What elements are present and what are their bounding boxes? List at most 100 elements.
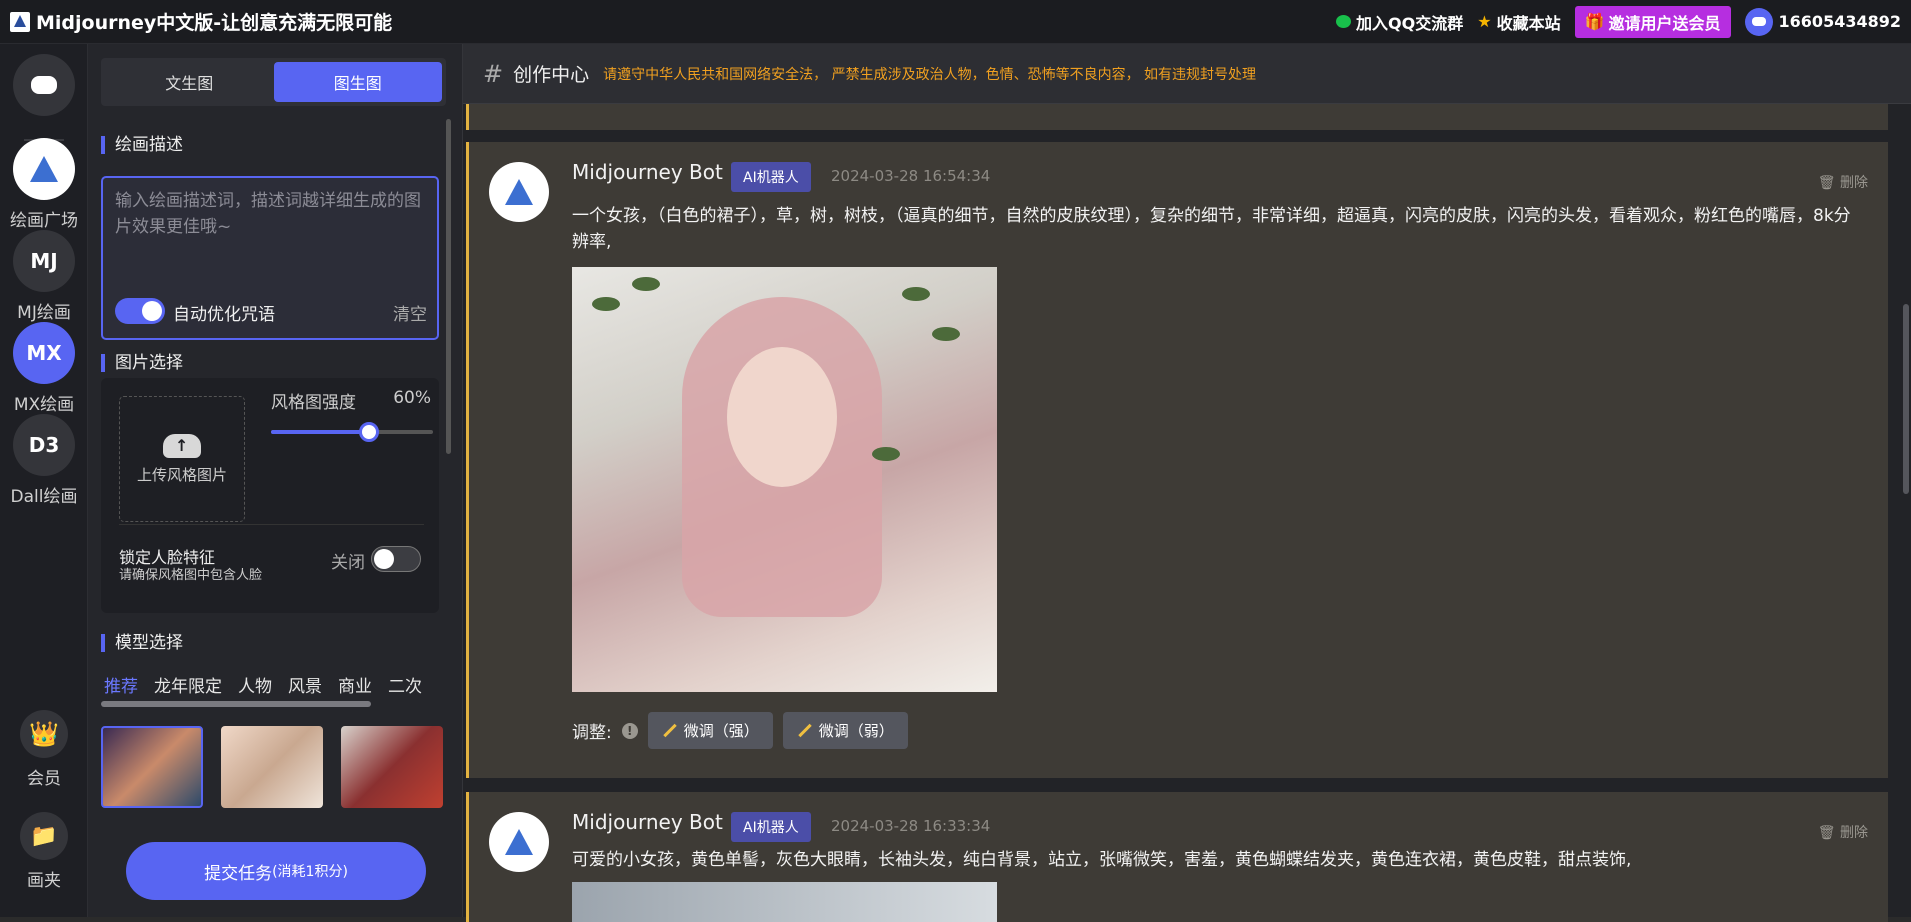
upload-style-image[interactable]: 上传风格图片	[119, 396, 245, 522]
lock-face-hint: 请确保风格图中包含人脸	[119, 568, 263, 583]
prompt-placeholder: 输入绘画描述词，描述词越详细生成的图片效果更佳哦~	[115, 191, 421, 237]
model-tab-recommend[interactable]: 推荐	[104, 672, 138, 697]
nav-item-folder[interactable]: 📁 画夹	[0, 812, 88, 891]
clear-button[interactable]: 清空	[393, 300, 427, 325]
panel-scrollbar[interactable]	[446, 119, 451, 454]
style-strength-label: 风格图强度	[271, 393, 356, 413]
tab-text-to-image[interactable]: 文生图	[105, 62, 274, 102]
image-section-title: 图片选择	[101, 354, 183, 372]
model-tabs: 推荐 龙年限定 人物 风景 商业 二次	[104, 672, 439, 697]
nav-label-mj: MJ绘画	[17, 303, 71, 323]
prompt-input[interactable]: 输入绘画描述词，描述词越详细生成的图片效果更佳哦~ 自动优化咒语 清空	[101, 176, 439, 340]
user-account[interactable]: 16605434892	[1744, 7, 1901, 36]
delete-button[interactable]: 🗑 删除	[1818, 822, 1868, 842]
folder-icon: 📁	[20, 812, 68, 860]
nav-label-vip: 会员	[27, 769, 61, 789]
nav-item-gallery[interactable]: 绘画广场	[0, 138, 88, 231]
style-strength-value: 60%	[393, 388, 431, 408]
nav-label-mx: MX绘画	[13, 395, 75, 415]
generated-image[interactable]	[572, 882, 997, 922]
divider	[119, 524, 424, 525]
auto-optimize-label: 自动优化咒语	[173, 305, 275, 325]
model-tab-anime[interactable]: 二次	[388, 672, 422, 697]
crown-icon: 👑	[20, 710, 68, 758]
qq-group-link[interactable]: 加入QQ交流群	[1336, 10, 1463, 34]
style-strength-slider[interactable]	[271, 422, 433, 442]
mx-icon: MX	[13, 322, 75, 384]
app-title: Midjourney中文版-让创意充满无限可能	[36, 12, 393, 34]
message-card: Midjourney Bot AI机器人 2024-03-28 16:54:34…	[466, 142, 1888, 778]
favorite-label: 收藏本站	[1496, 13, 1561, 33]
compliance-notice: 请遵守中华人民共和国网络安全法， 严禁生成涉及政治人物，色情、恐怖等不良内容， …	[603, 66, 1257, 83]
tab-image-to-image[interactable]: 图生图	[273, 62, 442, 102]
nav-item-mx[interactable]: MX MX绘画	[0, 322, 88, 415]
message-time: 2024-03-28 16:33:34	[831, 817, 991, 835]
model-thumb[interactable]	[101, 726, 203, 808]
nav-item-dall[interactable]: D3 Dall绘画	[0, 414, 88, 507]
adjust-row: 调整: ! 微调（强） 微调（弱）	[572, 712, 908, 749]
model-thumb[interactable]	[341, 726, 443, 808]
model-tab-business[interactable]: 商业	[338, 672, 372, 697]
submit-cost: (消耗1积分)	[272, 864, 348, 880]
hash-icon: #	[483, 59, 504, 88]
discord-avatar-icon	[1744, 7, 1773, 36]
brand[interactable]: Midjourney中文版-让创意充满无限可能	[10, 8, 392, 35]
favorite-link[interactable]: ★ 收藏本站	[1477, 10, 1560, 34]
trash-icon: 🗑	[1817, 825, 1836, 841]
gift-icon: 🎁	[1584, 12, 1605, 31]
info-icon[interactable]: !	[621, 722, 638, 739]
sailboat-logo-icon	[13, 138, 75, 200]
page-title: 创作中心	[513, 64, 590, 86]
model-tab-scenery[interactable]: 风景	[288, 672, 322, 697]
cloud-upload-icon	[163, 433, 201, 458]
bot-avatar	[489, 812, 549, 872]
model-thumbnails	[101, 726, 443, 808]
bot-badge: AI机器人	[731, 162, 811, 192]
message-feed: Midjourney Bot AI机器人 2024-03-28 16:54:34…	[463, 104, 1911, 922]
adjust-label: 调整:	[572, 723, 612, 743]
nav-item-vip[interactable]: 👑 会员	[0, 710, 88, 789]
magic-wand-icon	[663, 723, 677, 738]
submit-label: 提交任务	[204, 863, 273, 884]
refine-weak-button[interactable]: 微调（弱）	[782, 712, 908, 749]
model-tabs-scrollbar[interactable]	[101, 701, 371, 707]
refine-strong-button[interactable]: 微调（强）	[647, 712, 773, 749]
qq-group-label: 加入QQ交流群	[1356, 13, 1464, 33]
mode-tabs: 文生图 图生图	[101, 58, 446, 106]
star-icon: ★	[1477, 12, 1492, 31]
refine-strong-label: 微调（强）	[683, 722, 759, 740]
model-tab-dragon[interactable]: 龙年限定	[154, 672, 222, 697]
main-header: # 创作中心 请遵守中华人民共和国网络安全法， 严禁生成涉及政治人物，色情、恐怖…	[463, 44, 1911, 104]
feed-scrollbar[interactable]	[1903, 304, 1909, 494]
left-nav: 绘画广场 MJ MJ绘画 MX MX绘画 D3 Dall绘画 👑 会员 📁 画夹	[0, 44, 88, 917]
sailboat-icon	[505, 179, 533, 205]
image-select-box: 上传风格图片 风格图强度 60% 锁定人脸特征 请确保风格图中包含人脸 关闭	[101, 378, 439, 613]
submit-task-button[interactable]: 提交任务 (消耗1积分)	[126, 842, 426, 900]
message-time: 2024-03-28 16:54:34	[831, 167, 991, 185]
model-section-title: 模型选择	[101, 634, 183, 652]
nav-label-gallery: 绘画广场	[10, 211, 78, 231]
bot-name: Midjourney Bot	[572, 160, 723, 184]
control-panel: 文生图 图生图 绘画描述 输入绘画描述词，描述词越详细生成的图片效果更佳哦~ 自…	[88, 44, 463, 917]
generated-image[interactable]	[572, 267, 997, 692]
delete-button[interactable]: 🗑 删除	[1818, 172, 1868, 192]
upload-label: 上传风格图片	[136, 465, 227, 484]
user-id: 16605434892	[1778, 12, 1901, 31]
desc-section-title: 绘画描述	[101, 136, 183, 154]
trash-icon: 🗑	[1817, 175, 1836, 191]
bot-name: Midjourney Bot	[572, 810, 723, 834]
invite-button[interactable]: 🎁 邀请用户送会员	[1574, 5, 1731, 38]
model-tab-people[interactable]: 人物	[238, 672, 272, 697]
discord-home[interactable]	[0, 54, 88, 122]
message-card: Midjourney Bot AI机器人 2024-03-28 16:33:34…	[466, 792, 1888, 922]
auto-optimize-toggle[interactable]	[115, 298, 165, 324]
nav-item-mj[interactable]: MJ MJ绘画	[0, 230, 88, 323]
nav-label-dall: Dall绘画	[10, 487, 78, 507]
bot-avatar	[489, 162, 549, 222]
wechat-icon	[1336, 15, 1352, 28]
discord-icon	[13, 54, 75, 116]
slider-thumb[interactable]	[359, 422, 379, 442]
lock-face-toggle[interactable]	[371, 546, 421, 572]
app-logo-icon	[10, 11, 30, 32]
model-thumb[interactable]	[221, 726, 323, 808]
